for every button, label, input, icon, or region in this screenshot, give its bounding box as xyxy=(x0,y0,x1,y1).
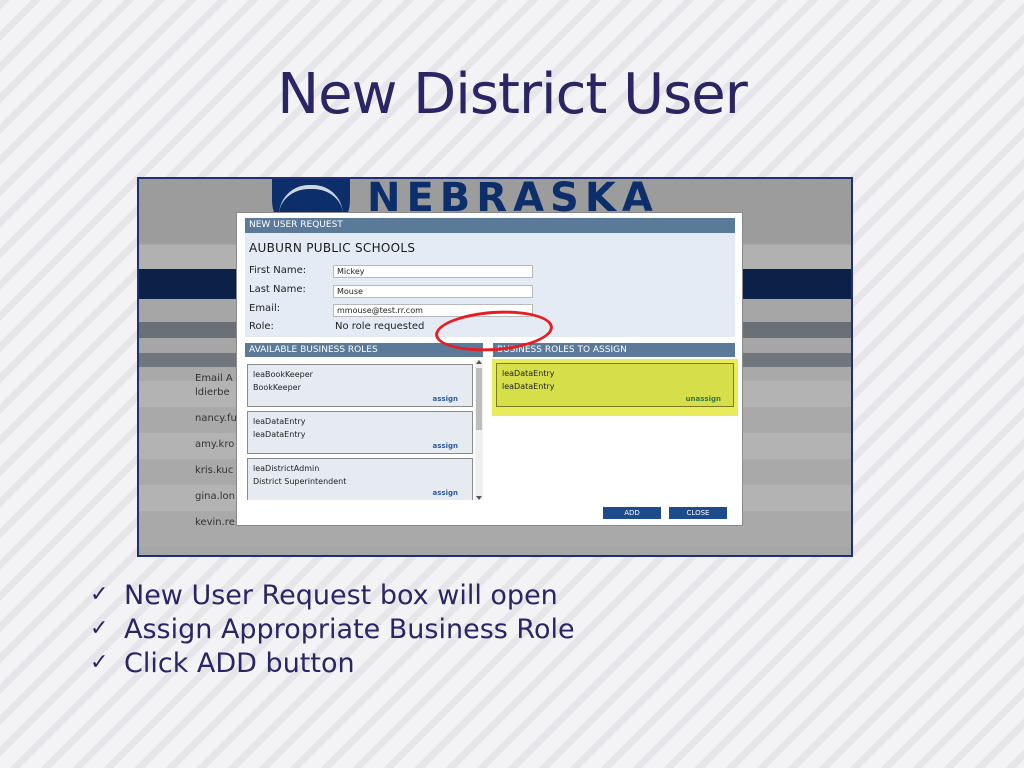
checkmark-icon: ✓ xyxy=(90,616,109,641)
unassign-link[interactable]: unassign xyxy=(686,395,721,403)
list-item: ldierbe xyxy=(195,387,230,398)
new-user-request-dialog: NEW USER REQUEST AUBURN PUBLIC SCHOOLS F… xyxy=(236,212,743,526)
roles-scrollbar[interactable] xyxy=(475,360,483,500)
role-code: leaBookKeeper xyxy=(253,370,313,379)
role-label: Role: xyxy=(249,321,274,332)
screenshot-frame: NEBRASKA Email A ldierbe nancy.fu amy.kr… xyxy=(137,177,853,557)
role-code: leaDataEntry xyxy=(502,369,555,378)
checkmark-icon: ✓ xyxy=(90,650,109,675)
role-value: No role requested xyxy=(335,321,425,332)
role-name: leaDataEntry xyxy=(502,382,555,391)
scroll-up-icon[interactable] xyxy=(476,360,482,364)
role-name: District Superintendent xyxy=(253,477,347,486)
assign-link[interactable]: assign xyxy=(433,442,458,450)
roles-to-assign-header: BUSINESS ROLES TO ASSIGN xyxy=(493,343,735,357)
list-item: gina.lon xyxy=(195,491,236,502)
slide-title: New District User xyxy=(277,62,748,127)
list-item: kevin.re xyxy=(195,517,235,528)
first-name-field[interactable] xyxy=(333,265,533,278)
scroll-thumb[interactable] xyxy=(476,368,482,430)
assign-link[interactable]: assign xyxy=(433,395,458,403)
list-item: nancy.fu xyxy=(195,413,237,424)
role-name: leaDataEntry xyxy=(253,430,306,439)
last-name-label: Last Name: xyxy=(249,284,306,295)
add-button[interactable]: ADD xyxy=(603,507,661,519)
assigned-role-card-leadataentry[interactable]: leaDataEntry leaDataEntry unassign xyxy=(496,363,734,407)
dialog-header: NEW USER REQUEST xyxy=(245,218,735,233)
school-name: AUBURN PUBLIC SCHOOLS xyxy=(249,241,416,255)
role-card-leabookkeeper[interactable]: leaBookKeeper BookKeeper assign xyxy=(247,364,473,407)
available-roles-list: leaBookKeeper BookKeeper assign leaDataE… xyxy=(245,360,483,500)
email-label: Email: xyxy=(249,303,281,314)
last-name-field[interactable] xyxy=(333,285,533,298)
list-item: kris.kuc xyxy=(195,465,234,476)
role-name: BookKeeper xyxy=(253,383,301,392)
role-card-leadataentry[interactable]: leaDataEntry leaDataEntry assign xyxy=(247,411,473,454)
assign-link[interactable]: assign xyxy=(433,489,458,497)
bullet-text: Assign Appropriate Business Role xyxy=(124,614,575,645)
role-code: leaDataEntry xyxy=(253,417,306,426)
role-code: leaDistrictAdmin xyxy=(253,464,320,473)
scroll-down-icon[interactable] xyxy=(476,496,482,500)
role-card-leadistrictadmin[interactable]: leaDistrictAdmin District Superintendent… xyxy=(247,458,473,500)
close-button[interactable]: CLOSE xyxy=(669,507,727,519)
first-name-label: First Name: xyxy=(249,265,307,276)
list-item: amy.kro xyxy=(195,439,235,450)
bullet-text: Click ADD button xyxy=(124,648,355,679)
bullet-text: New User Request box will open xyxy=(124,580,558,611)
checkmark-icon: ✓ xyxy=(90,582,109,607)
